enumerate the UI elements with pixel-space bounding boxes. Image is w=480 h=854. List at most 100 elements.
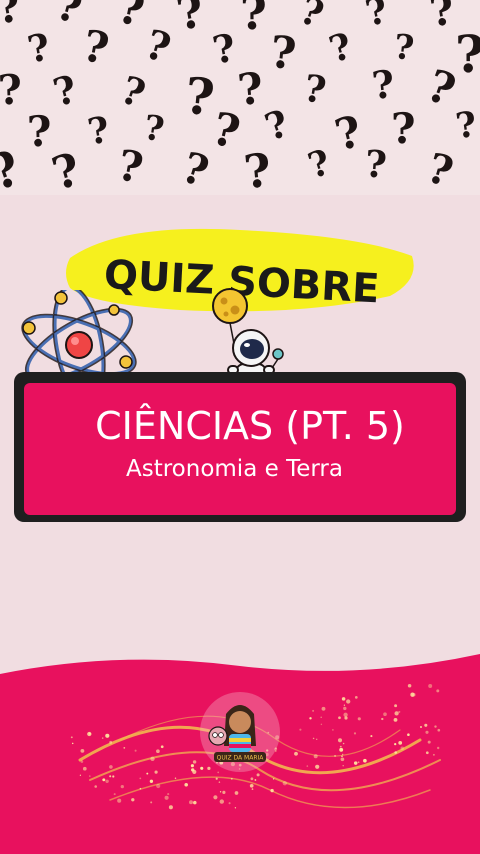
glitter-dot	[342, 753, 344, 756]
question-mark-icon: ?	[114, 140, 148, 193]
glitter-dot	[154, 770, 158, 774]
question-mark-icon: ?	[259, 100, 295, 150]
glitter-dot	[398, 741, 403, 745]
glitter-dot	[230, 777, 233, 780]
glitter-dot	[434, 725, 437, 728]
glitter-dot	[394, 742, 397, 746]
glitter-dot	[432, 753, 435, 756]
question-mark-icon: ?	[421, 143, 459, 195]
glitter-dot	[309, 717, 312, 720]
glitter-dot	[156, 749, 160, 754]
glitter-dot	[218, 781, 221, 783]
question-mark-icon: ?	[390, 104, 416, 154]
glitter-dot	[313, 754, 318, 759]
glitter-dot	[357, 761, 360, 764]
glitter-dot	[427, 740, 431, 744]
question-mark-icon: ?	[0, 65, 24, 115]
question-mark-icon: ?	[392, 27, 417, 70]
glitter-dot	[191, 768, 195, 772]
glitter-dot	[357, 717, 361, 721]
question-mark-icon: ?	[23, 23, 54, 72]
glitter-dot	[398, 710, 401, 713]
glitter-dot	[94, 785, 97, 788]
glitter-dot	[70, 736, 73, 739]
glitter-dot	[436, 689, 440, 693]
glitter-dot	[425, 751, 429, 755]
glitter-dot	[332, 729, 334, 731]
glitter-dot	[315, 764, 320, 769]
glitter-dot	[167, 793, 170, 796]
glitter-dot	[339, 747, 344, 752]
glitter-dot	[71, 742, 74, 745]
glitter-dot	[339, 745, 342, 748]
question-mark-icon: ?	[267, 26, 299, 81]
question-mark-icon: ?	[206, 101, 245, 160]
glitter-dot	[105, 779, 109, 784]
glitter-dot	[312, 737, 315, 740]
glitter-dot	[139, 787, 142, 790]
glitter-dot	[353, 732, 357, 735]
glitter-dot	[105, 733, 110, 738]
glitter-dot	[219, 791, 222, 793]
question-mark-icon: ?	[113, 0, 149, 38]
glitter-dot	[193, 800, 197, 805]
question-mark-icon: ?	[239, 0, 267, 41]
glitter-dot	[320, 723, 323, 726]
glitter-dot	[112, 775, 115, 778]
glitter-dot	[425, 730, 429, 734]
glitter-dot	[338, 716, 341, 720]
question-mark-icon: ?	[181, 65, 217, 128]
glitter-dot	[299, 728, 302, 731]
glitter-dot	[294, 751, 298, 756]
glitter-dot	[344, 716, 348, 720]
logo-text: QUIZ DA MARIA	[217, 755, 265, 762]
question-mark-icon: ?	[300, 66, 330, 113]
glitter-dot	[343, 704, 346, 706]
glitter-dot	[109, 740, 113, 744]
question-mark-pattern: ????????????????????????????????????????	[0, 0, 480, 195]
question-mark-icon: ?	[140, 107, 167, 150]
question-mark-icon: ?	[176, 142, 215, 195]
question-mark-icon: ?	[46, 142, 86, 195]
glitter-dot	[394, 751, 398, 754]
question-mark-icon: ?	[51, 0, 88, 33]
glitter-dot	[321, 706, 326, 711]
glitter-dot	[80, 760, 84, 763]
glitter-dot	[131, 798, 135, 802]
glitter-dot	[341, 697, 346, 701]
question-mark-icon: ?	[241, 142, 274, 195]
question-mark-icon: ?	[78, 21, 114, 76]
glitter-dot	[79, 774, 82, 776]
question-mark-icon: ?	[139, 20, 176, 73]
glitter-dot	[228, 802, 231, 805]
glitter-dot	[250, 777, 254, 781]
glitter-dot	[160, 745, 164, 749]
glitter-dot	[370, 735, 373, 738]
question-mark-icon: ?	[452, 103, 479, 148]
question-mark-icon: ?	[48, 65, 82, 116]
glitter-dot	[168, 805, 173, 810]
glitter-dot	[436, 746, 440, 750]
glitter-dot	[420, 726, 422, 728]
card-title: CIÊNCIAS (PT. 5)	[95, 404, 405, 448]
glitter-dot	[272, 778, 275, 780]
glitter-dot	[394, 711, 399, 716]
glitter-dot	[407, 684, 412, 688]
glitter-dot	[174, 777, 177, 780]
glitter-dot	[353, 761, 358, 765]
glitter-dot	[219, 799, 224, 804]
glitter-dot	[190, 764, 194, 768]
glitter-dot	[254, 779, 257, 781]
glitter-dot	[428, 684, 433, 688]
glitter-dot	[82, 766, 87, 771]
glitter-dot	[164, 795, 169, 800]
glitter-dot	[320, 716, 322, 719]
glitter-dot	[117, 798, 122, 803]
glitter-dot	[234, 807, 237, 809]
glitter-dot	[80, 748, 85, 753]
glitter-dot	[213, 795, 218, 800]
question-mark-icon: ?	[208, 24, 239, 73]
glitter-dot	[139, 777, 142, 780]
glitter-dot	[400, 746, 404, 750]
glitter-dot	[102, 778, 106, 782]
